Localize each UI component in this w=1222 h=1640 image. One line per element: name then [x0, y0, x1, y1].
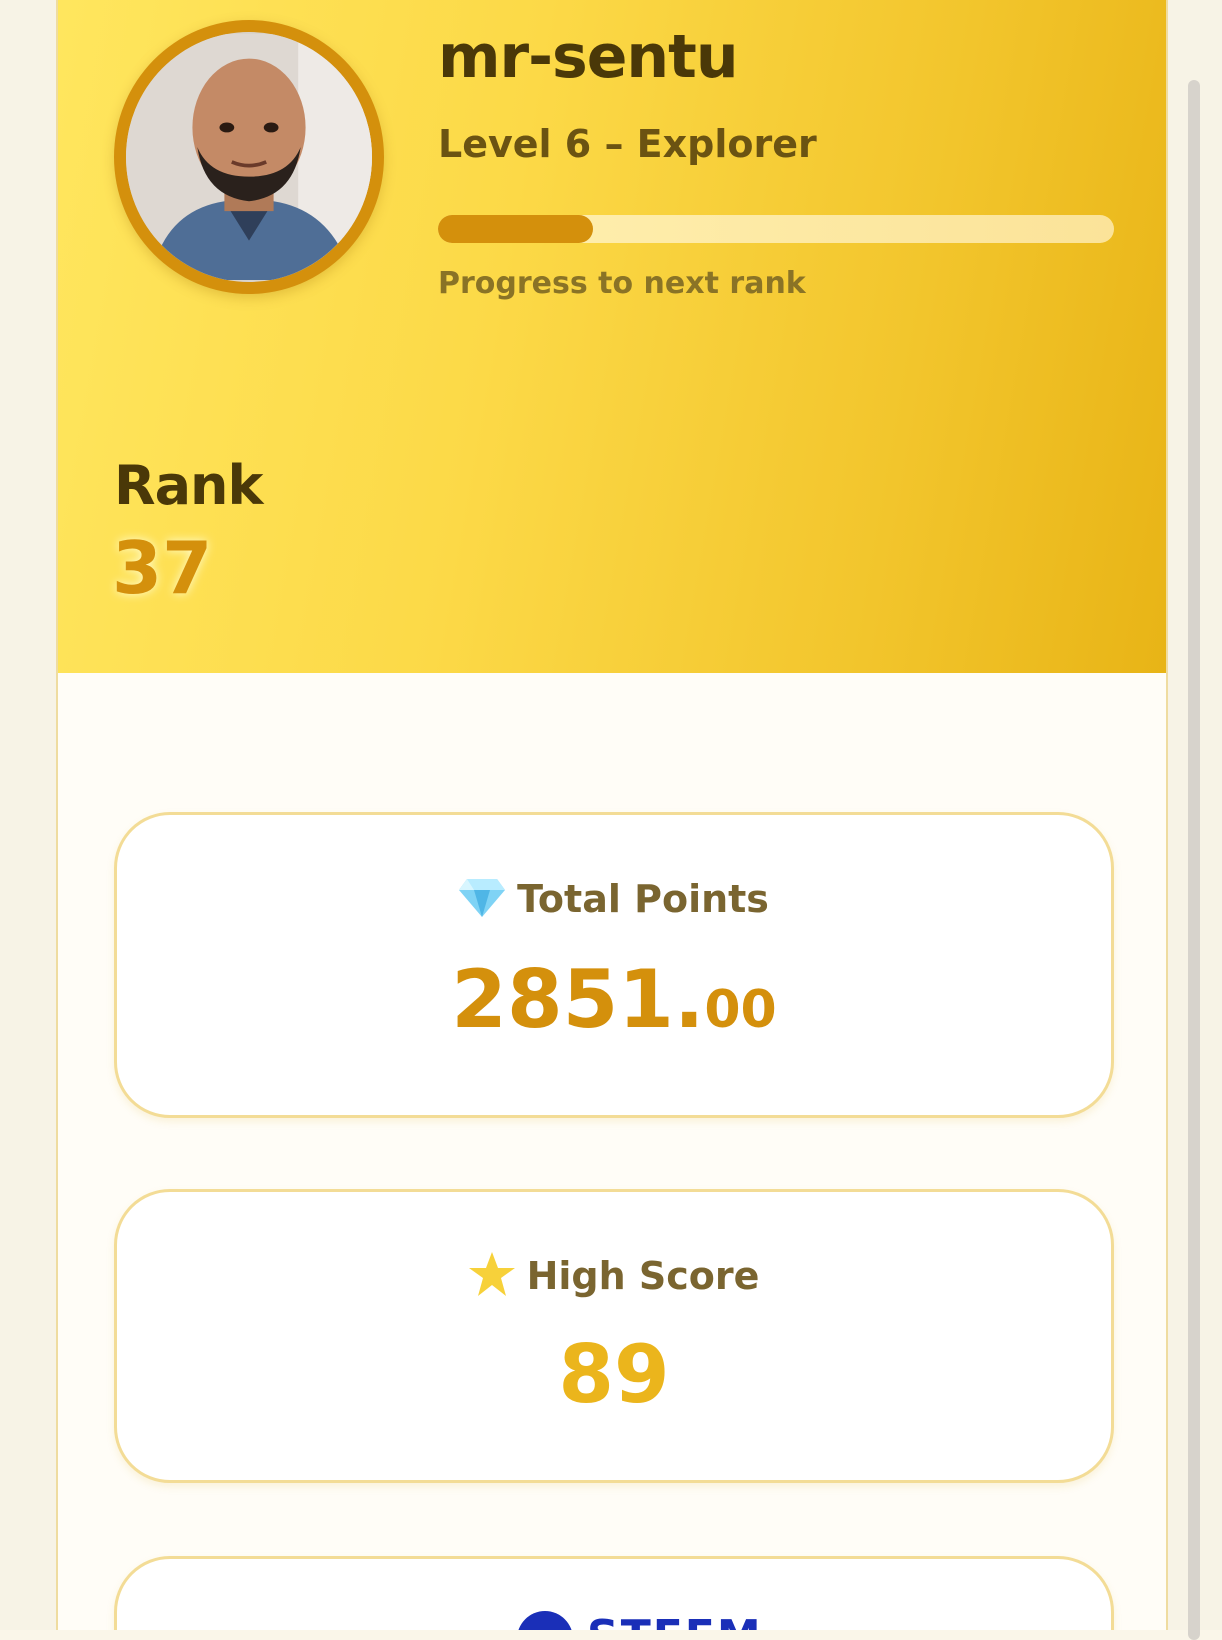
avatar[interactable]: [114, 20, 384, 294]
total-points-title: Total Points: [117, 877, 1111, 926]
high-score-card: High Score 89: [114, 1189, 1114, 1483]
page: mr-sentu Level 6 – Explorer Progress to …: [0, 0, 1222, 1640]
username: mr-sentu: [438, 22, 739, 92]
profile-card: mr-sentu Level 6 – Explorer Progress to …: [56, 0, 1168, 1630]
total-points-value: 2851.00: [117, 953, 1111, 1046]
total-points-integer: 2851.: [451, 953, 705, 1046]
profile-header: mr-sentu Level 6 – Explorer Progress to …: [58, 0, 1166, 673]
progress-caption: Progress to next rank: [438, 266, 806, 301]
total-points-card: Total Points 2851.00: [114, 812, 1114, 1118]
steem-label: STEEM: [587, 1611, 763, 1630]
total-points-decimal: 00: [704, 980, 777, 1040]
steem-card: STEEM: [114, 1556, 1114, 1630]
high-score-title: High Score: [117, 1252, 1111, 1305]
steem-logo-icon: [517, 1611, 573, 1630]
rank-progress-bar: [438, 215, 1114, 243]
rank-progress-fill: [438, 215, 594, 243]
avatar-photo: [126, 34, 372, 280]
gem-icon: [459, 877, 506, 926]
scrollbar[interactable]: [1188, 80, 1200, 1640]
high-score-label: High Score: [526, 1254, 760, 1298]
rank-label: Rank: [114, 454, 263, 517]
rank-value: 37: [112, 526, 213, 610]
high-score-value: 89: [558, 1328, 670, 1421]
total-points-label: Total Points: [517, 877, 769, 921]
star-icon: [468, 1252, 515, 1305]
level-title: Level 6 – Explorer: [438, 122, 817, 166]
